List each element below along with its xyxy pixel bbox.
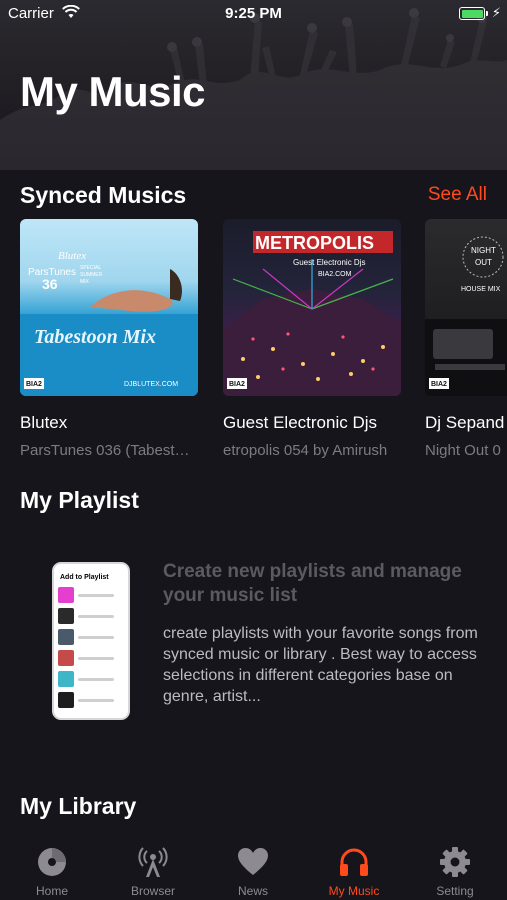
gear-icon: [440, 847, 470, 877]
album-cover-art: Blutex ParsTunes 36 SPECIAL SUMMER MIX T…: [20, 250, 198, 396]
status-time: 9:25 PM: [225, 5, 282, 22]
synced-musics-heading: Synced Musics: [20, 182, 187, 208]
cover-mix-title: Tabestoon Mix: [34, 326, 156, 348]
album-cover: NIGHT OUT HOUSE MIX BIA2: [425, 219, 507, 396]
svg-text:BIA2: BIA2: [431, 381, 447, 388]
headphones-icon: [340, 848, 368, 876]
cover-brand: NIGHT: [471, 246, 496, 255]
phone-header: Add to Playlist: [60, 574, 109, 581]
svg-text:SPECIAL: SPECIAL: [80, 265, 101, 271]
tab-label: Browser: [130, 884, 175, 898]
album-card[interactable]: METROPOLIS Guest Electronic Djs BIA2.COM: [223, 219, 401, 459]
svg-text:MIX: MIX: [80, 279, 90, 285]
svg-text:BIA2: BIA2: [229, 381, 245, 388]
page-title: My Music: [20, 68, 206, 115]
album-subtitle: etropolis 054 by Amirush: [223, 442, 388, 459]
tab-news[interactable]: News: [213, 838, 293, 900]
album-title: Guest Electronic Djs: [223, 413, 377, 432]
tab-label: Setting: [436, 884, 474, 898]
tab-home[interactable]: Home: [12, 838, 92, 900]
cover-brand: METROPOLIS: [255, 233, 374, 253]
tab-label: My Music: [328, 884, 380, 898]
svg-text:HOUSE MIX: HOUSE MIX: [461, 286, 501, 293]
svg-text:SUMMER: SUMMER: [80, 272, 103, 278]
antenna-icon: [138, 847, 168, 877]
battery-icon: [459, 7, 485, 20]
battery-tip: [486, 11, 488, 16]
album-cover: METROPOLIS Guest Electronic Djs BIA2.COM: [223, 219, 401, 396]
svg-text:OUT: OUT: [475, 258, 492, 267]
tab-label: News: [237, 884, 268, 898]
svg-text:Guest Electronic Djs: Guest Electronic Djs: [293, 258, 365, 267]
album-title: Blutex: [20, 413, 68, 432]
heart-icon: [238, 848, 268, 875]
playlist-promo-text: create playlists with your favorite song…: [163, 625, 478, 705]
svg-text:DJBLUTEX.COM: DJBLUTEX.COM: [124, 381, 178, 388]
header-hero: Carrier 9:25 PM ⚡ My Music: [0, 0, 507, 170]
charging-bolt-icon: ⚡: [491, 5, 501, 20]
my-library-heading: My Library: [20, 793, 137, 819]
see-all-button[interactable]: See All: [428, 184, 487, 206]
album-card[interactable]: NIGHT OUT HOUSE MIX BIA2 Dj Sepand Night…: [425, 219, 507, 459]
tab-browser[interactable]: Browser: [113, 838, 193, 900]
album-subtitle: Night Out 0: [425, 442, 501, 459]
playlist-phone-illustration: Add to Playlist: [52, 562, 130, 720]
status-bar: Carrier 9:25 PM ⚡: [0, 0, 507, 28]
album-subtitle: ParsTunes 036 (Tabest…: [20, 442, 190, 459]
tab-setting[interactable]: Setting: [415, 838, 495, 900]
tab-bar: Home Browser News My Music Setting: [0, 838, 507, 900]
tab-label: Home: [35, 884, 68, 898]
disc-icon: [38, 848, 66, 876]
tab-my-music[interactable]: My Music: [314, 838, 394, 900]
album-cover-art: METROPOLIS Guest Electronic Djs BIA2.COM: [223, 231, 401, 396]
cover-number: 36: [42, 276, 58, 292]
synced-musics-carousel[interactable]: Blutex ParsTunes 36 SPECIAL SUMMER MIX T…: [20, 219, 507, 469]
album-cover: Blutex ParsTunes 36 SPECIAL SUMMER MIX T…: [20, 219, 198, 396]
cover-brand: Blutex: [58, 250, 86, 262]
album-cover-art: NIGHT OUT HOUSE MIX BIA2: [425, 236, 507, 396]
svg-text:BIA2.COM: BIA2.COM: [318, 271, 352, 278]
my-playlist-heading: My Playlist: [20, 487, 139, 513]
svg-text:BIA2: BIA2: [26, 381, 42, 388]
album-card[interactable]: Blutex ParsTunes 36 SPECIAL SUMMER MIX T…: [20, 219, 198, 459]
playlist-promo-title: Create new playlists and manage your mus…: [163, 561, 462, 606]
album-title: Dj Sepand: [425, 413, 505, 432]
